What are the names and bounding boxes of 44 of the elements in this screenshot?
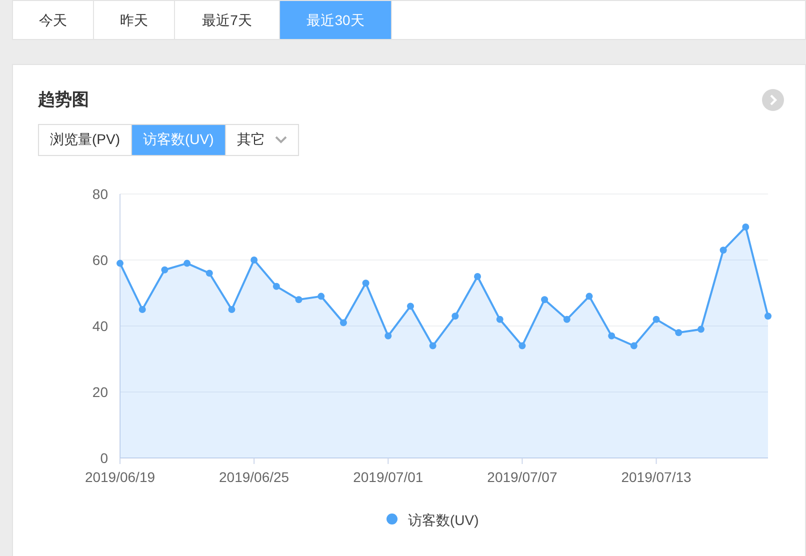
- data-point: [362, 279, 370, 286]
- data-point: [518, 342, 526, 349]
- data-point: [228, 306, 236, 312]
- data-point: [720, 246, 727, 254]
- x-tick-label: 2019/07/07: [487, 468, 558, 484]
- legend-label[interactable]: 访客数(UV): [408, 512, 479, 528]
- data-point: [474, 272, 482, 280]
- data-point: [250, 256, 258, 263]
- data-point: [586, 292, 593, 300]
- y-tick-label: 20: [92, 384, 108, 400]
- data-point: [138, 306, 146, 312]
- y-tick-label: 60: [92, 252, 108, 268]
- data-point: [161, 266, 168, 273]
- data-point: [384, 332, 392, 339]
- data-point: [697, 325, 704, 332]
- x-tick-label: 2019/07/01: [353, 468, 424, 484]
- y-tick-label: 0: [100, 450, 108, 466]
- legend-dot: [386, 513, 398, 524]
- data-point: [206, 269, 213, 276]
- x-tick-label: 2019/06/19: [84, 468, 156, 484]
- data-point: [318, 292, 325, 300]
- card-title: 趋势图: [38, 89, 89, 111]
- x-tick-label: 2019/07/13: [621, 468, 692, 484]
- x-tick-label: 2019/06/25: [219, 468, 290, 484]
- data-point: [541, 296, 548, 303]
- data-point: [630, 342, 638, 349]
- data-point: [116, 259, 124, 266]
- data-point: [764, 312, 772, 320]
- data-point: [608, 332, 616, 339]
- data-point: [675, 328, 682, 336]
- data-point: [652, 315, 660, 322]
- data-point: [742, 223, 750, 230]
- data-point: [406, 302, 414, 310]
- data-point: [295, 296, 302, 303]
- y-tick-label: 80: [92, 186, 108, 202]
- data-point: [563, 315, 570, 322]
- data-point: [429, 342, 436, 349]
- y-tick-label: 40: [92, 318, 108, 334]
- data-point: [340, 318, 347, 326]
- data-point: [496, 315, 504, 322]
- data-point: [272, 282, 280, 290]
- data-point: [184, 259, 191, 266]
- data-point: [452, 312, 459, 320]
- chevron-down-icon: [274, 136, 287, 144]
